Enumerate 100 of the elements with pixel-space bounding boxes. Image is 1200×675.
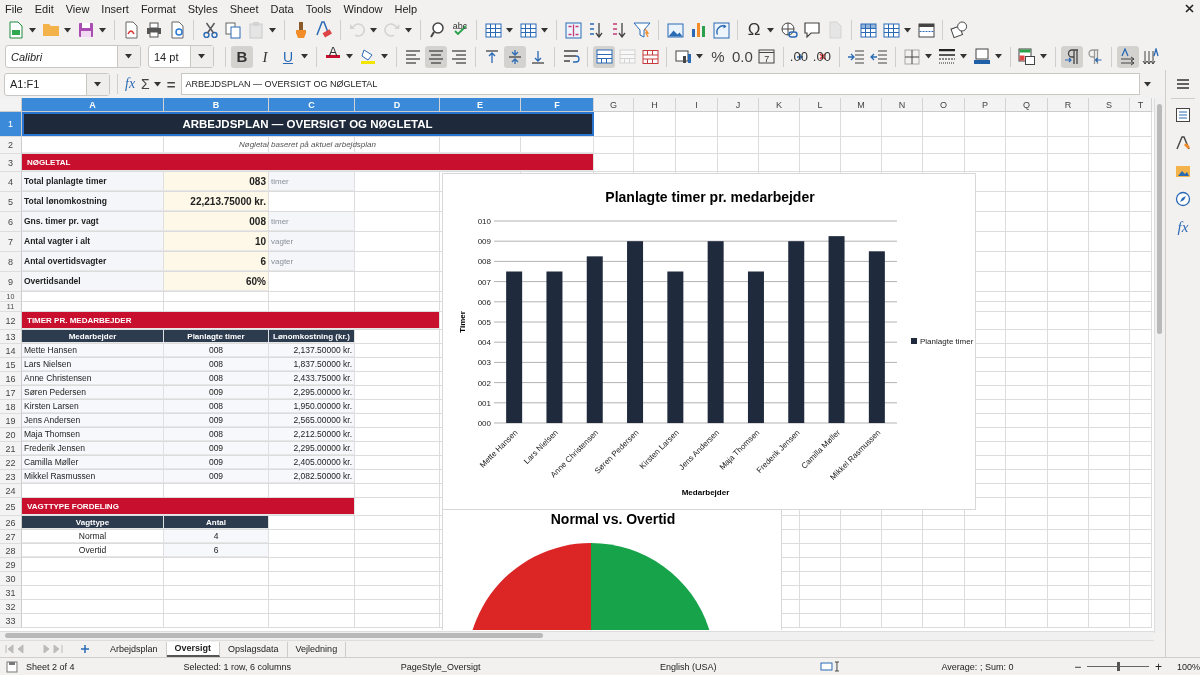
row-header[interactable]: 17 — [0, 386, 22, 400]
caret-icon[interactable] — [301, 54, 308, 59]
hyperlink-button[interactable] — [778, 19, 800, 41]
align-middle-button[interactable] — [504, 45, 526, 68]
row-header[interactable]: 16 — [0, 372, 22, 386]
row-header[interactable]: 13 — [0, 330, 22, 344]
copy-button[interactable] — [222, 19, 244, 41]
column-header[interactable]: F — [521, 98, 594, 112]
caret-icon[interactable] — [506, 27, 513, 33]
menu-item[interactable]: Tools — [305, 2, 332, 15]
caret-icon[interactable] — [959, 54, 967, 59]
sheet-tab[interactable]: Vejledning — [287, 641, 347, 657]
scrollbar-thumb[interactable] — [5, 633, 543, 638]
sum-button[interactable]: Σ — [141, 76, 150, 92]
row-header[interactable]: 9 — [0, 272, 22, 292]
text-ltr-button[interactable] — [1116, 45, 1139, 68]
caret-icon[interactable] — [197, 54, 205, 59]
row-header[interactable]: 5 — [0, 192, 22, 212]
column-header[interactable]: I — [676, 98, 718, 112]
caret-icon[interactable] — [904, 27, 911, 33]
row-header[interactable]: 6 — [0, 212, 22, 232]
caret-icon[interactable] — [994, 54, 1002, 59]
row-header[interactable]: 21 — [0, 442, 22, 456]
compass-icon[interactable] — [1175, 191, 1191, 207]
menu-item[interactable]: Styles — [187, 2, 218, 15]
caret-icon[interactable] — [29, 27, 36, 33]
row-header[interactable]: 14 — [0, 344, 22, 358]
font-size-field[interactable]: 14 pt — [148, 45, 214, 68]
column-header[interactable]: E — [440, 98, 521, 112]
paragraph-ltr-button[interactable] — [1060, 45, 1083, 68]
comment-button[interactable] — [801, 19, 823, 41]
name-box[interactable]: A1:F1 — [4, 72, 110, 96]
caret-icon[interactable] — [153, 81, 161, 87]
row-header[interactable]: 22 — [0, 456, 22, 470]
column-header[interactable]: S — [1089, 98, 1130, 112]
menu-item[interactable]: Insert — [101, 2, 129, 15]
row-header[interactable]: 20 — [0, 428, 22, 442]
menu-item[interactable]: Window — [343, 2, 383, 15]
merge-center-button[interactable] — [593, 45, 615, 68]
styles-icon[interactable] — [1175, 135, 1191, 151]
formula-button[interactable]: = — [166, 75, 176, 93]
row-header[interactable]: 24 — [0, 484, 22, 498]
row-header[interactable]: 19 — [0, 414, 22, 428]
caret-icon[interactable] — [346, 54, 353, 59]
caret-icon[interactable] — [1144, 81, 1151, 87]
column-header[interactable]: A — [22, 98, 164, 112]
column-header[interactable]: P — [965, 98, 1006, 112]
zoom-out-button[interactable]: − — [1071, 659, 1085, 674]
row-header[interactable]: 8 — [0, 252, 22, 272]
column-header[interactable]: J — [718, 98, 759, 112]
menu-item[interactable]: Help — [394, 2, 418, 15]
functions-button[interactable]: fx — [1177, 219, 1189, 236]
percent-button[interactable]: % — [707, 45, 729, 68]
row-header[interactable]: 32 — [0, 600, 22, 614]
column-header[interactable]: B — [164, 98, 269, 112]
caret-icon[interactable] — [767, 27, 774, 33]
special-character-button[interactable]: Ω — [743, 19, 765, 41]
row-header[interactable]: 1 — [0, 112, 22, 137]
column-header[interactable]: O — [923, 98, 965, 112]
sheet-tab[interactable]: Arbejdsplan — [102, 641, 167, 657]
caret-icon[interactable] — [1039, 54, 1047, 59]
row-header[interactable]: 3 — [0, 154, 22, 172]
caret-icon[interactable] — [541, 27, 548, 33]
row-header[interactable]: 25 — [0, 498, 22, 516]
menu-icon[interactable] — [1176, 78, 1190, 90]
add-decimal-button[interactable]: .00 — [788, 45, 811, 68]
conditional-format-button[interactable] — [1015, 45, 1038, 68]
row-header[interactable]: 31 — [0, 586, 22, 600]
underline-button[interactable]: U — [277, 45, 299, 68]
row-header[interactable]: 7 — [0, 232, 22, 252]
column-header[interactable]: N — [882, 98, 923, 112]
align-center-button[interactable] — [425, 45, 447, 68]
caret-icon[interactable] — [924, 54, 932, 59]
caret-icon[interactable] — [381, 54, 388, 59]
menu-item[interactable]: Edit — [34, 2, 54, 15]
sort-button[interactable] — [562, 19, 584, 41]
column-header[interactable]: G — [594, 98, 634, 112]
spellcheck-button[interactable]: abc — [449, 19, 471, 41]
caret-icon[interactable] — [696, 54, 703, 59]
properties-icon[interactable] — [1175, 107, 1191, 123]
caret-icon[interactable] — [93, 81, 101, 87]
formula-input[interactable]: ARBEJDSPLAN — OVERSIGT OG NØGLETAL — [180, 73, 1140, 95]
row-header[interactable]: 27 — [0, 530, 22, 544]
italic-button[interactable]: I — [254, 45, 276, 68]
add-sheet-icon[interactable] — [80, 644, 90, 654]
menu-item[interactable]: Data — [270, 2, 294, 15]
column-header[interactable]: L — [800, 98, 841, 112]
gallery-icon[interactable] — [1175, 163, 1191, 179]
column-header[interactable]: M — [841, 98, 882, 112]
shapes-button[interactable] — [948, 19, 970, 41]
font-name-field[interactable]: Calibri — [5, 45, 141, 68]
column-header[interactable]: T — [1130, 98, 1152, 112]
row-header[interactable]: 26 — [0, 516, 22, 530]
selection-mode-icon[interactable] — [819, 661, 842, 672]
caret-icon[interactable] — [99, 27, 106, 33]
row-header[interactable]: 30 — [0, 572, 22, 586]
menu-item[interactable]: Format — [140, 2, 176, 15]
row-header[interactable]: 4 — [0, 172, 22, 192]
delete-decimal-button[interactable]: .00 — [811, 45, 834, 68]
decimal-button[interactable]: 0.0 — [730, 45, 755, 68]
